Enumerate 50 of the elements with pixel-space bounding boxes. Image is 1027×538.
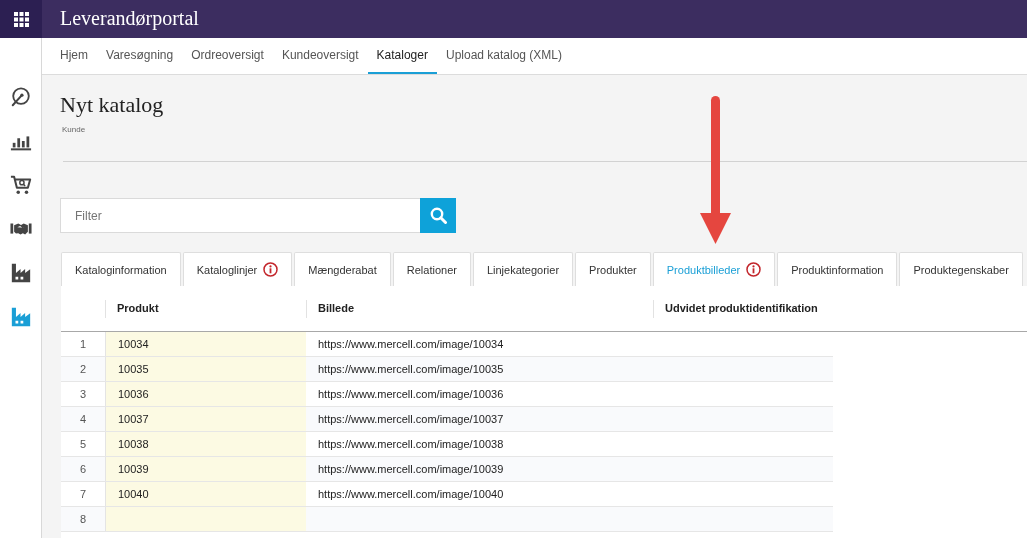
table-cell-text: https://www.mercell.com/image/10040: [317, 487, 505, 502]
tab[interactable]: Relationer: [392, 252, 471, 286]
row-number: 1: [78, 337, 88, 352]
nav-link[interactable]: Kataloger: [367, 38, 437, 74]
row-number: 8: [78, 512, 88, 527]
table-cell-text: https://www.mercell.com/image/10036: [317, 387, 505, 402]
row-number: 4: [78, 412, 88, 427]
table-cell: 10037: [105, 407, 306, 431]
filter-field[interactable]: Filter: [60, 198, 420, 233]
nav-link[interactable]: Hjem: [51, 38, 97, 74]
grid-icon: [13, 11, 29, 27]
row-number: 5: [78, 437, 88, 452]
tab[interactable]: Produktegenskaber: [899, 252, 1023, 286]
row-number: 3: [78, 387, 88, 402]
row-number: 6: [78, 462, 88, 477]
nav-link[interactable]: Ordreoversigt: [182, 38, 273, 74]
nav-link[interactable]: Upload katalog (XML): [436, 38, 572, 74]
table-cell-text: https://www.mercell.com/image/10037: [317, 412, 505, 427]
table-cell-text: https://www.mercell.com/image/10039: [317, 462, 505, 477]
table-cell-text: https://www.mercell.com/image/10034: [317, 337, 505, 352]
column-header: Billede: [306, 286, 653, 331]
column-header: Udvidet produktidentifikation: [653, 286, 833, 331]
table-cell-text: https://www.mercell.com/image/10038: [317, 437, 505, 452]
table-cell: 10034: [105, 332, 306, 356]
table-cell: 10039: [105, 457, 306, 481]
table-cell: 10036: [105, 382, 306, 406]
table-cell-text: https://www.mercell.com/image/10035: [317, 362, 505, 377]
tab[interactable]: Produktinformation: [777, 252, 898, 286]
search-icon: [429, 207, 447, 224]
factory-icon[interactable]: [9, 262, 32, 284]
app-menu-button[interactable]: [0, 0, 42, 38]
field-label: Kunde: [61, 125, 86, 135]
nav-link[interactable]: Kundeoversigt: [272, 38, 368, 74]
row-number: 7: [78, 487, 88, 502]
search-button[interactable]: [420, 198, 456, 233]
tab[interactable]: Kataloglinjer: [182, 252, 293, 286]
column-header: Produkt: [105, 286, 306, 331]
tab[interactable]: Linjekategorier: [472, 252, 574, 286]
table-cell: 10038: [105, 432, 306, 456]
nav-link[interactable]: Varesøgning: [97, 38, 183, 74]
tab[interactable]: Produkter: [575, 252, 651, 286]
table-cell: 10035: [105, 357, 306, 381]
row-number: 2: [78, 362, 88, 377]
cart-icon[interactable]: [9, 174, 32, 196]
table-cell: 10040: [105, 482, 306, 506]
app-title: Leverandørportal: [60, 6, 199, 32]
tab[interactable]: Mængderabat: [294, 252, 391, 286]
tab[interactable]: Kataloginformation: [61, 252, 181, 286]
gauge-icon[interactable]: [9, 86, 32, 108]
page-title: Nyt katalog: [60, 92, 164, 118]
